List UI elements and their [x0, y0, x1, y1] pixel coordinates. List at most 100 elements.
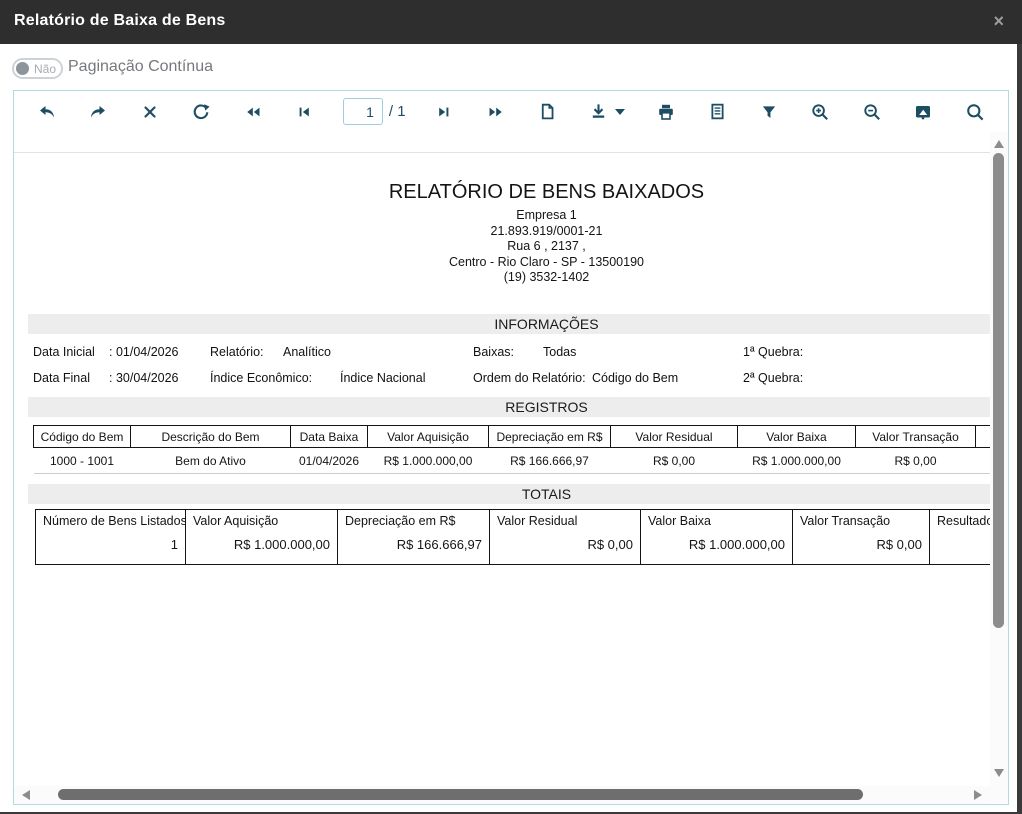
field-value: : 01/04/2026 [109, 345, 179, 359]
registros-header-row: Código do Bem Descrição do Bem Data Baix… [34, 426, 991, 448]
report-document-icon[interactable] [705, 99, 731, 125]
total-value: R$ 166.666,97 [345, 537, 482, 552]
total-label: Valor Residual [497, 514, 633, 528]
filter-icon[interactable] [756, 99, 782, 125]
section-totais: TOTAIS [28, 484, 990, 504]
column-header: Valor Transação [856, 426, 976, 448]
fit-image-icon[interactable] [910, 99, 936, 125]
info-row-1: Data Inicial : 01/04/2026 Relatório: Ana… [14, 345, 990, 359]
pagination-toggle-label: Paginação Contínua [68, 58, 213, 76]
section-registros: REGISTROS [28, 397, 990, 417]
total-value: R$ 0,00 [800, 537, 922, 552]
total-label: Resultado [937, 514, 990, 528]
fast-forward-icon[interactable] [483, 99, 509, 125]
field-value: Código do Bem [592, 371, 678, 385]
cell: R$ 1.000.000,00 [368, 448, 489, 474]
column-header: Valor Baixa [738, 426, 856, 448]
field-label: Ordem do Relatório: [473, 371, 586, 385]
company-header: Empresa 1 21.893.919/0001-21 Rua 6 , 213… [14, 208, 990, 286]
refresh-icon[interactable] [188, 99, 214, 125]
print-icon[interactable] [653, 99, 679, 125]
zoom-in-icon[interactable] [807, 99, 833, 125]
field-label: 2ª Quebra: [743, 371, 803, 385]
totais-table: Número de Bens Listados 1 Valor Aquisição… [35, 509, 990, 565]
report-page: RELATÓRIO DE BENS BAIXADOS Empresa 1 21.… [14, 152, 990, 784]
next-page-icon[interactable] [431, 99, 457, 125]
field-label: 1ª Quebra: [743, 345, 803, 359]
previous-page-icon[interactable] [291, 99, 317, 125]
field-label: Data Inicial [33, 345, 95, 359]
toggle-state-label: Não [34, 62, 56, 76]
redo-icon[interactable] [85, 99, 111, 125]
column-header: Descrição do Bem [131, 426, 291, 448]
total-label: Valor Baixa [648, 514, 785, 528]
scroll-down-icon[interactable] [994, 769, 1004, 777]
scroll-right-icon[interactable] [974, 790, 982, 800]
dialog-header: Relatório de Baixa de Bens × [0, 0, 1022, 44]
registros-data-row: 1000 - 1001 Bem do Ativo 01/04/2026 R$ 1… [34, 448, 991, 474]
cell: 01/04/2026 [291, 448, 368, 474]
search-icon[interactable] [962, 99, 988, 125]
vertical-scrollbar-thumb[interactable] [993, 153, 1004, 628]
total-label: Valor Aquisição [193, 514, 330, 528]
column-header: Depreciação em R$ [489, 426, 611, 448]
column-header: Valor Aquisição [368, 426, 489, 448]
field-value: Analítico [283, 345, 331, 359]
cell: 1000 - 1001 [34, 448, 131, 474]
company-city: Centro - Rio Claro - SP - 13500190 [14, 255, 990, 271]
section-informacoes: INFORMAÇÕES [28, 314, 990, 334]
close-document-icon[interactable] [137, 99, 163, 125]
cell: R$ 1.000.000,00 [738, 448, 856, 474]
registros-table: Código do Bem Descrição do Bem Data Baix… [33, 425, 990, 474]
zoom-out-icon[interactable] [859, 99, 885, 125]
vertical-scrollbar[interactable] [990, 132, 1008, 803]
field-value: Todas [543, 345, 576, 359]
column-header: Código do Bem [34, 426, 131, 448]
field-value: Índice Nacional [340, 371, 425, 385]
horizontal-scrollbar[interactable] [14, 786, 990, 804]
fast-rewind-icon[interactable] [240, 99, 266, 125]
undo-icon[interactable] [34, 99, 60, 125]
total-value: 1 [43, 537, 178, 552]
report-title: RELATÓRIO DE BENS BAIXADOS [14, 181, 990, 204]
total-label: Depreciação em R$ [345, 514, 482, 528]
company-name: Empresa 1 [14, 208, 990, 224]
download-button[interactable] [586, 99, 628, 125]
field-label: Baixas: [473, 345, 514, 359]
toggle-knob-icon [16, 62, 29, 75]
field-label: Data Final [33, 371, 90, 385]
viewer-toolbar: / 1 [13, 90, 1009, 133]
total-value: R$ 1.000.000,00 [193, 537, 330, 552]
total-label: Número de Bens Listados [43, 514, 178, 528]
pagination-toggle[interactable]: Não [12, 58, 63, 79]
cell [976, 448, 991, 474]
download-caret-icon[interactable] [615, 109, 625, 115]
totais-row: Número de Bens Listados 1 Valor Aquisição… [36, 510, 991, 565]
page-navigation: / 1 [343, 98, 406, 125]
scroll-up-icon[interactable] [994, 140, 1004, 148]
pdf-viewer: RELATÓRIO DE BENS BAIXADOS Empresa 1 21.… [13, 132, 1009, 805]
field-value: : 30/04/2026 [109, 371, 179, 385]
cell: R$ 0,00 [856, 448, 976, 474]
page-number-input[interactable] [343, 98, 383, 125]
total-value: R$ 0,00 [497, 537, 633, 552]
close-icon[interactable]: × [993, 11, 1004, 32]
field-label: Índice Econômico: [210, 371, 312, 385]
horizontal-scrollbar-thumb[interactable] [58, 789, 863, 800]
company-cnpj: 21.893.919/0001-21 [14, 224, 990, 240]
document-viewport: RELATÓRIO DE BENS BAIXADOS Empresa 1 21.… [14, 132, 990, 785]
cell: R$ 0,00 [611, 448, 738, 474]
company-phone: (19) 3532-1402 [14, 270, 990, 286]
scroll-left-icon[interactable] [22, 790, 30, 800]
pagination-toggle-row: Não Paginação Contínua [0, 44, 1017, 90]
blank-page-icon[interactable] [534, 99, 560, 125]
page-total-label: / 1 [389, 103, 406, 120]
dialog-title: Relatório de Baixa de Bens [14, 12, 226, 30]
report-dialog: Relatório de Baixa de Bens × Não Paginaç… [0, 0, 1017, 812]
field-label: Relatório: [210, 345, 264, 359]
cell: R$ 166.666,97 [489, 448, 611, 474]
company-address: Rua 6 , 2137 , [14, 239, 990, 255]
column-header: Valor Residual [611, 426, 738, 448]
total-value: R$ 1.000.000,00 [648, 537, 785, 552]
cell: Bem do Ativo [131, 448, 291, 474]
